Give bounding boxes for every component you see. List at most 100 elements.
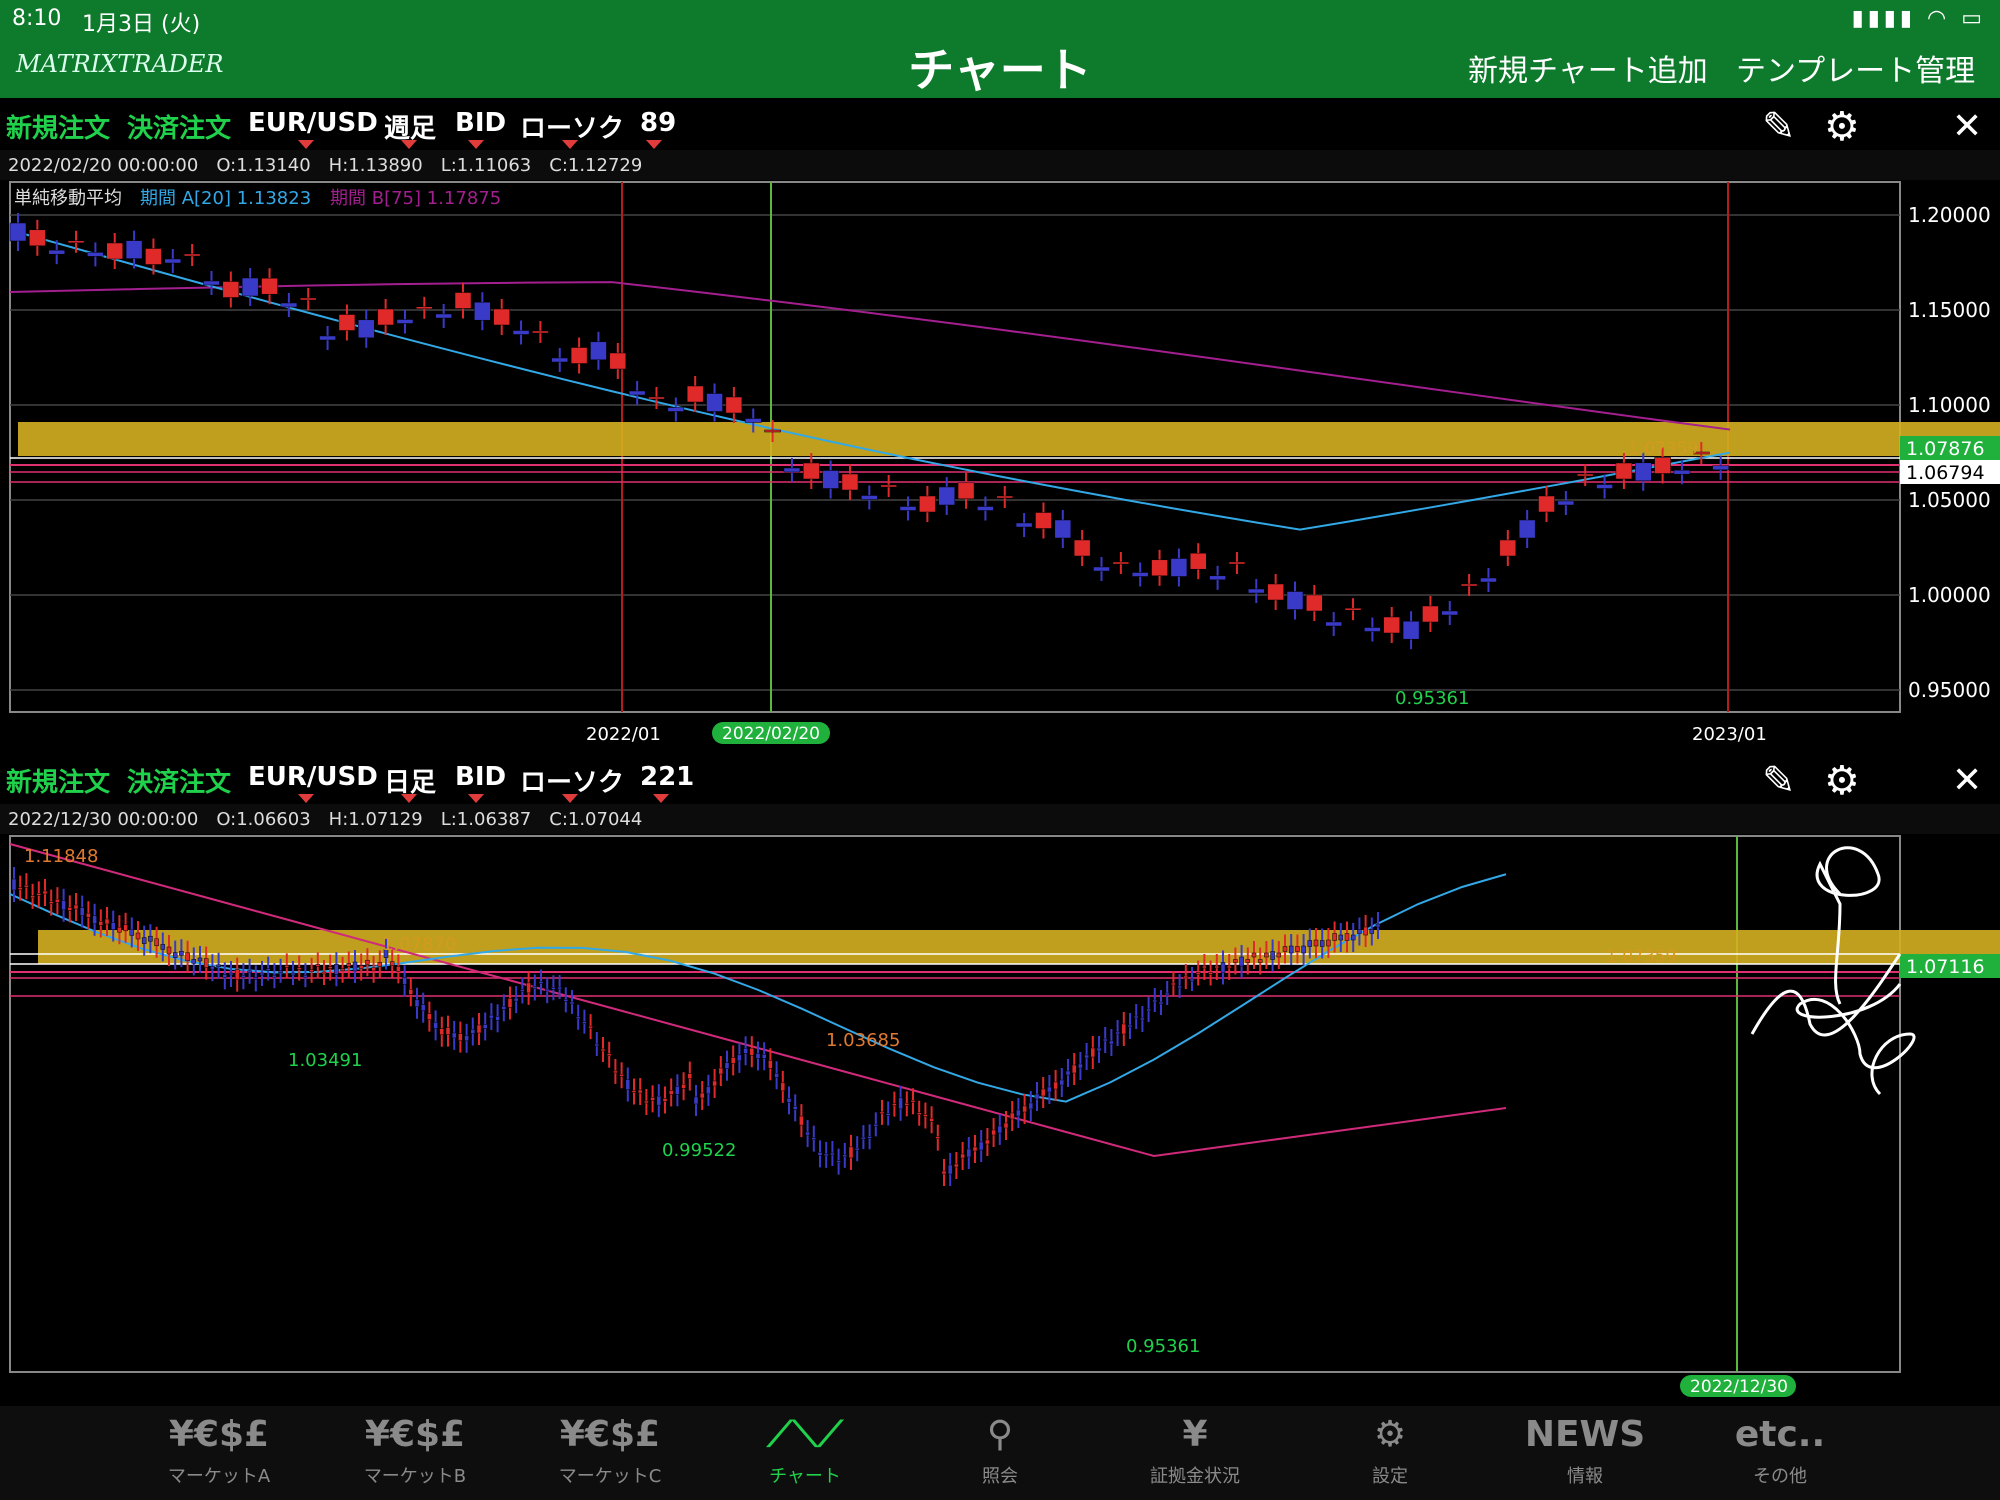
candle-body bbox=[1220, 962, 1226, 973]
candle-body bbox=[1115, 1031, 1120, 1035]
tab-5[interactable]: ⚲ 照会 bbox=[925, 1414, 1075, 1488]
indicator-ma-a: 期間 A[20] 1.13823 bbox=[140, 188, 311, 209]
tab-2[interactable]: ¥€$£ マーケットB bbox=[340, 1414, 490, 1488]
candle-body bbox=[203, 958, 209, 968]
count-selector[interactable]: 89 bbox=[640, 108, 676, 138]
candle-body bbox=[299, 297, 317, 301]
pair-selector[interactable]: EUR/USD bbox=[248, 762, 378, 792]
candle-body bbox=[1093, 566, 1110, 572]
candle-body bbox=[588, 1025, 593, 1029]
candle-body bbox=[693, 1096, 699, 1105]
tab-3[interactable]: ¥€$£ マーケットC bbox=[535, 1414, 685, 1488]
candle-body bbox=[1270, 951, 1275, 960]
price-type-selector[interactable]: BID bbox=[455, 762, 506, 792]
tab-8[interactable]: NEWS 情報 bbox=[1510, 1414, 1660, 1488]
candle-body bbox=[129, 929, 135, 936]
x-label-left: 2022/01 bbox=[586, 724, 661, 745]
tab-4[interactable]: ⟋⟍⟋ チャート bbox=[730, 1414, 880, 1488]
candle-body bbox=[1131, 572, 1149, 577]
close-order-button[interactable]: 決済注文 bbox=[127, 762, 231, 799]
candle-body bbox=[1326, 939, 1331, 947]
annotation: 0.99522 bbox=[662, 1140, 736, 1161]
price-type-selector[interactable]: BID bbox=[455, 108, 506, 138]
candle-body bbox=[780, 1082, 786, 1092]
candle-body bbox=[55, 898, 60, 903]
pair-selector[interactable]: EUR/USD bbox=[248, 108, 378, 138]
candle-body bbox=[160, 944, 166, 950]
etc-icon: etc.. bbox=[1734, 1414, 1826, 1455]
annotation: 1.11848 bbox=[24, 846, 98, 867]
gear-icon[interactable]: ⚙ bbox=[1824, 104, 1860, 150]
weekly-candle-chart[interactable]: 1.20000 1.15000 1.10000 1.05000 1.00000 … bbox=[0, 180, 2000, 750]
candle-body bbox=[551, 987, 556, 990]
candle-body bbox=[203, 280, 220, 286]
pencil-icon[interactable]: ✎ bbox=[1762, 758, 1796, 804]
new-order-button[interactable]: 新規注文 bbox=[6, 108, 110, 145]
candle-body bbox=[408, 989, 414, 995]
close-order-button[interactable]: 決済注文 bbox=[127, 108, 231, 145]
candle-body bbox=[606, 1053, 612, 1056]
candle-body bbox=[590, 341, 607, 361]
candle-body bbox=[749, 1047, 755, 1056]
tab-label: 照会 bbox=[982, 1466, 1018, 1487]
candle-body bbox=[1460, 583, 1478, 587]
chevron-down-icon bbox=[468, 140, 484, 149]
template-manage-button[interactable]: テンプレート管理 bbox=[1736, 46, 1975, 90]
candle-body bbox=[637, 1089, 643, 1094]
candle-body bbox=[861, 1136, 866, 1140]
candle-body bbox=[575, 1016, 581, 1020]
close-icon[interactable]: ✕ bbox=[1952, 760, 1982, 801]
add-chart-button[interactable]: 新規チャート追加 bbox=[1468, 46, 1708, 90]
candle-body bbox=[371, 967, 376, 972]
app-root: 8:10 1月3日 (火) ▮▮▮▮ ◠ ▭ MATRIXTRADER チャート… bbox=[0, 0, 2000, 1500]
close-icon[interactable]: ✕ bbox=[1952, 106, 1982, 147]
candle-body bbox=[600, 1048, 606, 1052]
candle-body bbox=[1028, 1102, 1034, 1110]
new-order-button[interactable]: 新規注文 bbox=[6, 762, 110, 799]
tab-1[interactable]: ¥€$£ マーケットA bbox=[144, 1414, 294, 1488]
candle-body bbox=[551, 357, 569, 363]
candle-body bbox=[532, 986, 538, 989]
candle-body bbox=[1102, 1038, 1108, 1042]
tab-9[interactable]: etc.. その他 bbox=[1705, 1414, 1855, 1488]
candle-body bbox=[30, 895, 35, 899]
low-annotation: 0.95361 bbox=[1395, 688, 1469, 709]
candle-body bbox=[474, 301, 491, 321]
candle-body bbox=[675, 1086, 680, 1095]
candle-body bbox=[1233, 959, 1238, 963]
candle-body bbox=[439, 1028, 445, 1035]
candle-body bbox=[1146, 1008, 1151, 1012]
candle-body bbox=[241, 277, 259, 297]
zone-price-text: 1.07876 bbox=[1906, 438, 1985, 460]
pencil-icon[interactable]: ✎ bbox=[1762, 104, 1796, 150]
candle-body bbox=[489, 1014, 494, 1019]
chart-toolbar: 新規注文 決済注文 EUR/USD 週足 BID ローソク 89 ✎ ⚙ ✕ bbox=[0, 100, 2000, 150]
candle-body bbox=[420, 1004, 426, 1011]
ohlc-readout: 2022/12/30 00:00:00 O:1.06603 H:1.07129 L:1… bbox=[0, 804, 2000, 834]
candle-body bbox=[803, 462, 820, 480]
ma-b-line bbox=[9, 281, 1731, 431]
candle-body bbox=[954, 1163, 959, 1168]
candle-body bbox=[272, 974, 277, 978]
candle-body bbox=[805, 1131, 810, 1136]
candle-body bbox=[744, 418, 762, 423]
candle-body bbox=[482, 1024, 488, 1029]
candle-body bbox=[1109, 1040, 1114, 1045]
tab-7[interactable]: ⚙ 設定 bbox=[1315, 1414, 1465, 1488]
gear-icon[interactable]: ⚙ bbox=[1824, 758, 1860, 804]
candle-body bbox=[668, 1090, 674, 1095]
candle-body bbox=[1267, 583, 1284, 601]
count-selector[interactable]: 221 bbox=[640, 762, 694, 792]
daily-candle-chart[interactable]: 1.07116 1.11848 1.07870 1.03491 1.03685 … bbox=[0, 834, 2000, 1406]
candle-body bbox=[191, 959, 197, 964]
tab-6[interactable]: ¥ 証拠金状況 bbox=[1120, 1414, 1270, 1488]
candle-body bbox=[1245, 959, 1251, 963]
candle-body bbox=[916, 1112, 922, 1115]
candle-body bbox=[823, 1153, 829, 1157]
annotation: 1.03491 bbox=[288, 1050, 362, 1071]
candle-body bbox=[1295, 946, 1300, 952]
candle-body bbox=[662, 1098, 668, 1102]
currency-icon: ¥€$£ bbox=[364, 1414, 466, 1455]
candle-body bbox=[910, 1100, 916, 1103]
candle-body bbox=[1015, 522, 1033, 528]
